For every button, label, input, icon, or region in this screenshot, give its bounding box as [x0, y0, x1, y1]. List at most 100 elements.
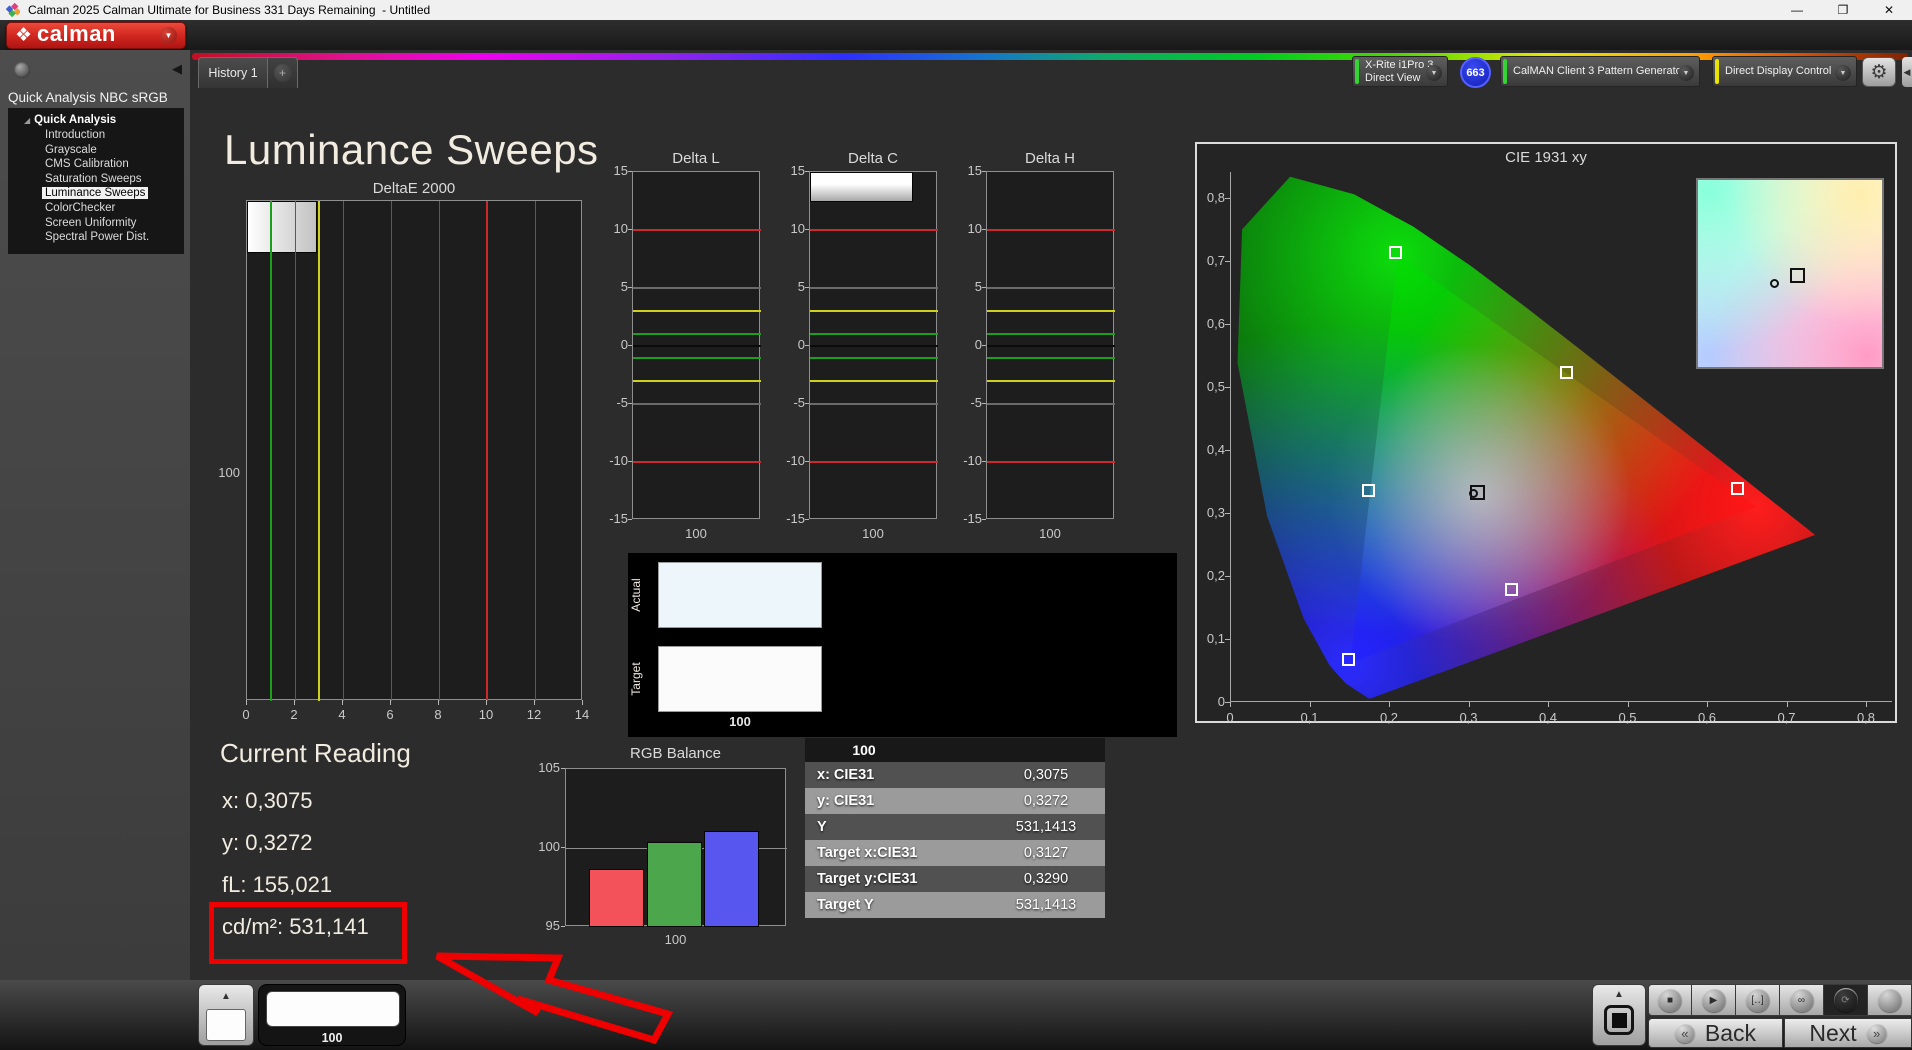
- calman-app: Calman 2025 Calman Ultimate for Business…: [0, 0, 1912, 1050]
- tree-item-grayscale[interactable]: Grayscale: [8, 143, 184, 158]
- sweep-level-up-button[interactable]: ▲: [198, 984, 254, 1046]
- limit-line-green: [987, 333, 1115, 335]
- tab-history-1[interactable]: History 1: [198, 57, 268, 88]
- display-control-dropdown[interactable]: Direct Display Control ▼: [1712, 56, 1857, 87]
- reading-line-cdm: cd/m²: 531,141: [222, 914, 369, 940]
- calman-logo-label: calman: [37, 21, 116, 47]
- brand-bar: ❖ calman ▼: [0, 20, 1912, 50]
- tree-root[interactable]: ◢Quick Analysis: [8, 113, 184, 128]
- limit-line-gray: [633, 403, 761, 405]
- cie-target-magenta: [1505, 583, 1518, 596]
- limit-line-gray: [987, 287, 1115, 289]
- deltaH-title: Delta H: [986, 150, 1114, 167]
- rgb-bar-blue: [704, 831, 759, 927]
- table-row: y: CIE310,3272: [805, 788, 1105, 814]
- results-table-header: 100: [805, 738, 1105, 762]
- tree-item-colorchecker[interactable]: ColorChecker: [8, 201, 184, 216]
- cie-1931-chart: CIE 1931 xy: [1195, 142, 1897, 723]
- calman-menu-button[interactable]: ❖ calman ▼: [6, 22, 186, 49]
- stop-button[interactable]: ■: [1648, 984, 1692, 1016]
- tree-item-saturation-sweeps[interactable]: Saturation Sweeps: [8, 172, 184, 187]
- sweep-strip-swatch[interactable]: [266, 991, 400, 1027]
- meter-dropdown[interactable]: X-Rite i1Pro 3Direct View ▼: [1352, 56, 1448, 87]
- rgb-bar-green: [647, 842, 702, 927]
- results-table: 100 x: CIE310,3075y: CIE310,3272Y531,141…: [805, 738, 1105, 918]
- reading-line-y: y: 0,3272: [222, 830, 313, 856]
- pattern-generator-status-accent: [1503, 59, 1507, 84]
- tree-item-cms-calibration[interactable]: CMS Calibration: [8, 157, 184, 172]
- cie-white-point-inset: [1696, 178, 1884, 369]
- limit-line-red: [810, 461, 938, 463]
- limit-line-yellow: [318, 201, 320, 701]
- cie-chart-title: CIE 1931 xy: [1197, 149, 1895, 166]
- limit-line-gray: [633, 287, 761, 289]
- workflow-tree: ◢Quick AnalysisIntroductionGrayscaleCMS …: [8, 108, 184, 254]
- play-icon: ▶: [1702, 988, 1726, 1012]
- cie-target-red: [1731, 482, 1744, 495]
- back-label: Back: [1705, 1020, 1756, 1047]
- back-button[interactable]: « Back: [1648, 1018, 1783, 1048]
- play-button[interactable]: ▶: [1692, 984, 1736, 1016]
- delta-l-chart: Delta L151050-5-10-15100: [600, 150, 764, 550]
- panel-expand-button[interactable]: ◀: [1902, 57, 1912, 87]
- display-toggle-button[interactable]: ▲: [1592, 984, 1646, 1046]
- sidebar: ◀ Quick Analysis NBC sRGB ◢Quick Analysi…: [0, 50, 190, 980]
- step-read-button[interactable]: [‥]: [1736, 984, 1780, 1016]
- infinity-icon: ∞: [1790, 988, 1814, 1012]
- next-button[interactable]: Next »: [1784, 1018, 1912, 1048]
- extra-transport-button[interactable]: [1868, 984, 1912, 1016]
- bottom-bar: ▲ 100 ▲ ■ ▶ [‥] ∞ ⟳ « Back Next »: [0, 980, 1912, 1050]
- tree-item-introduction[interactable]: Introduction: [8, 128, 184, 143]
- limit-line-green: [810, 357, 938, 359]
- plus-icon: +: [274, 64, 292, 82]
- rgb-bar-red: [589, 869, 644, 927]
- chevron-left-icon: ◀: [1904, 67, 1911, 78]
- cie-target-blue: [1342, 653, 1355, 666]
- session-tab-bar: History 1 +: [198, 57, 298, 88]
- minimize-button[interactable]: —: [1774, 0, 1820, 20]
- chevron-double-right-icon: »: [1867, 1023, 1887, 1043]
- limit-line-gray: [810, 403, 938, 405]
- limit-line-yellow: [987, 310, 1115, 312]
- actual-row-label: Actual: [629, 563, 651, 627]
- limit-line-green: [633, 333, 761, 335]
- page-title: Luminance Sweeps: [224, 126, 599, 174]
- limit-line-yellow: [810, 310, 938, 312]
- arrow-up-icon: ▲: [221, 985, 231, 1009]
- sidebar-orb-button[interactable]: [14, 62, 30, 78]
- step-read-icon: [‥]: [1746, 988, 1770, 1012]
- refresh-icon: ⟳: [1834, 988, 1858, 1012]
- cie-target-cyan: [1362, 484, 1375, 497]
- tree-item-screen-uniformity[interactable]: Screen Uniformity: [8, 216, 184, 231]
- display-control-label: Direct Display Control: [1725, 65, 1831, 78]
- add-tab-button[interactable]: +: [268, 57, 298, 88]
- refresh-read-button[interactable]: ⟳: [1824, 984, 1868, 1016]
- display-control-status-accent: [1715, 59, 1719, 84]
- limit-line-red: [810, 229, 938, 231]
- chevron-down-icon: ▼: [1426, 65, 1442, 81]
- window-titlebar: Calman 2025 Calman Ultimate for Business…: [0, 0, 1912, 20]
- swatch-column-label: 100: [658, 714, 822, 729]
- limit-line-red: [987, 461, 1115, 463]
- meter-name: X-Rite i1Pro 3: [1365, 59, 1433, 72]
- chevron-down-icon: ▼: [160, 27, 177, 44]
- limit-line-gray: [987, 403, 1115, 405]
- meter-count-badge: 663: [1460, 57, 1491, 88]
- zero-line: [633, 345, 761, 347]
- pattern-generator-dropdown[interactable]: CalMAN Client 3 Pattern Generator ▼: [1500, 56, 1700, 87]
- continuous-read-button[interactable]: ∞: [1780, 984, 1824, 1016]
- sidebar-collapse-button[interactable]: ◀: [172, 62, 186, 76]
- display-square-icon: [1604, 1005, 1634, 1035]
- pattern-generator-label: CalMAN Client 3 Pattern Generator: [1513, 65, 1685, 78]
- close-button[interactable]: ✕: [1866, 0, 1912, 20]
- deltae-ylabel: 100: [210, 465, 240, 480]
- workflow-title: Quick Analysis NBC sRGB: [8, 90, 168, 105]
- target-color-swatch: [658, 646, 822, 712]
- restore-button[interactable]: ❐: [1820, 0, 1866, 20]
- gear-icon: ⚙: [1870, 61, 1887, 84]
- settings-button[interactable]: ⚙: [1862, 57, 1896, 87]
- inset-measured-point: [1770, 279, 1779, 288]
- limit-line-red: [486, 201, 488, 701]
- tree-item-spectral-power-dist-[interactable]: Spectral Power Dist.: [8, 230, 184, 245]
- tree-item-luminance-sweeps[interactable]: Luminance Sweeps: [8, 186, 184, 201]
